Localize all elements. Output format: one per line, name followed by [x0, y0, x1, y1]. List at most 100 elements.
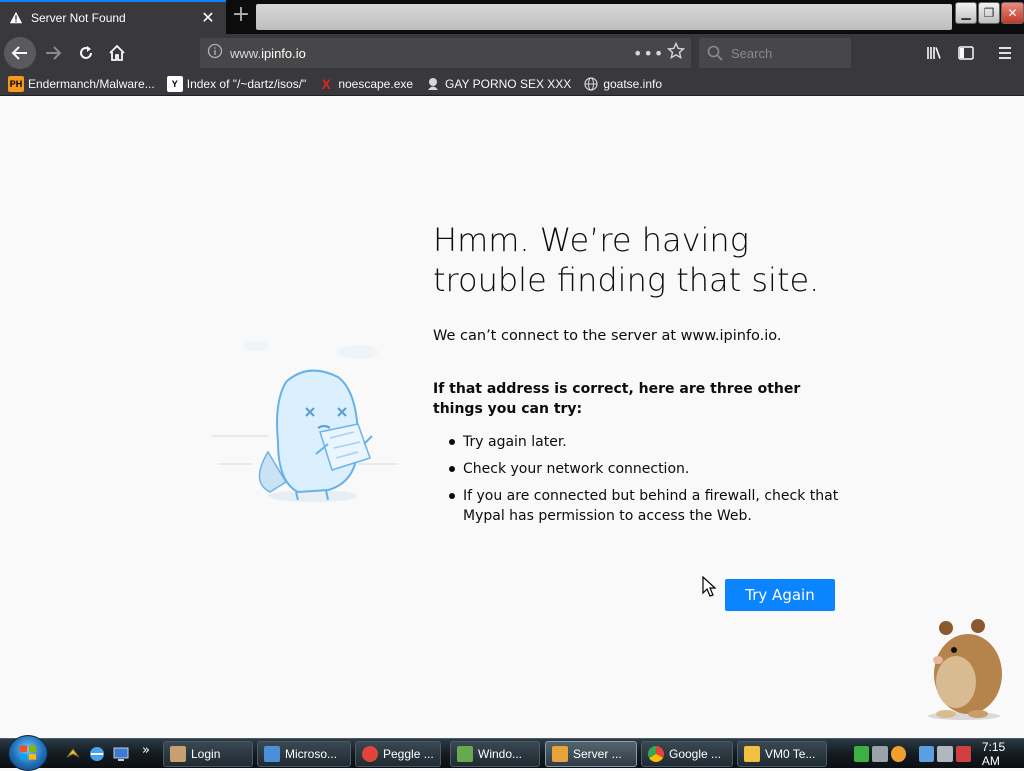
suggestions-heading: If that address is correct, here are thr… — [433, 381, 801, 417]
library-button[interactable] — [918, 37, 950, 69]
try-again-button[interactable]: Try Again — [725, 579, 835, 611]
globe-icon — [583, 76, 599, 92]
bookmark-endermanch[interactable]: PH Endermanch/Malware... — [8, 75, 155, 92]
url-prefix: www. — [230, 45, 262, 61]
bookmark-star-icon[interactable] — [661, 41, 691, 64]
network-icon[interactable] — [918, 746, 935, 762]
window-close-button[interactable]: ✕ — [1001, 2, 1024, 24]
bookmark-label: GAY PORNO SEX XXX — [445, 76, 572, 91]
error-description: We can’t connect to the server at www.ip… — [433, 328, 782, 344]
task-label: Login — [191, 747, 221, 761]
home-button[interactable] — [101, 37, 133, 69]
app-icon — [170, 746, 186, 762]
nav-bar: www.ipinfo.io ••• Search — [0, 34, 1024, 72]
suggestions-list: Try again later. Check your network conn… — [449, 432, 839, 533]
tray-flag-icon[interactable] — [955, 746, 971, 762]
hamburger-icon — [999, 47, 1011, 59]
sidebar-button[interactable] — [950, 37, 982, 69]
chrome-icon — [648, 746, 664, 762]
app-icon — [362, 746, 378, 762]
hamster-mascot-icon — [928, 619, 1002, 720]
menu-button[interactable] — [989, 37, 1021, 69]
url-bar[interactable]: www.ipinfo.io ••• — [200, 38, 691, 68]
home-icon — [109, 44, 125, 61]
tray-tools-icon[interactable] — [872, 746, 888, 762]
app-icon — [744, 746, 760, 762]
new-tab-button[interactable]: + — [228, 3, 254, 29]
bookmark-noescape[interactable]: X noescape.exe — [318, 76, 413, 92]
app-icon — [552, 746, 568, 762]
taskbar-item-microsoft[interactable]: Microso... — [257, 741, 351, 767]
windows-logo-icon — [20, 745, 36, 760]
mouse-cursor-icon — [702, 576, 717, 597]
task-label: Server ... — [573, 747, 622, 761]
task-label: Peggle ... — [383, 747, 434, 761]
tab-strip: Server Not Found ✕ + ▁ ❐ ✕ — [0, 0, 1024, 34]
tray-search-icon[interactable] — [890, 746, 906, 762]
bookmark-label: Endermanch/Malware... — [28, 76, 155, 91]
y-icon: Y — [166, 75, 183, 92]
warning-icon — [9, 11, 23, 24]
tab-title: Server Not Found — [31, 11, 126, 25]
search-placeholder: Search — [731, 45, 773, 61]
clock[interactable]: 7:15 AM — [982, 740, 1024, 768]
taskbar-item-vm0[interactable]: VM0 Te... — [737, 741, 827, 767]
reload-icon — [80, 46, 92, 59]
taskbar-item-server[interactable]: Server ... — [545, 741, 637, 767]
volume-muted-icon[interactable] — [937, 746, 953, 762]
task-label: VM0 Te... — [765, 747, 816, 761]
error-title: Hmm. We’re having trouble finding that s… — [433, 221, 820, 299]
taskbar-item-peggle[interactable]: Peggle ... — [355, 741, 441, 767]
bookmarks-toolbar: PH Endermanch/Malware... Y Index of "/~d… — [0, 72, 1024, 96]
app-icon — [457, 746, 473, 762]
tab-server-not-found[interactable]: Server Not Found ✕ — [0, 0, 226, 34]
quicklaunch-more-button[interactable]: » — [142, 743, 150, 758]
url-text[interactable]: www.ipinfo.io — [230, 46, 633, 61]
minimize-button[interactable]: ▁ — [955, 2, 977, 24]
sidebar-icon — [958, 46, 974, 60]
taskbar-item-windows[interactable]: Windo... — [450, 741, 540, 767]
url-host: ipinfo.io — [261, 45, 306, 61]
search-bar[interactable]: Search — [699, 38, 851, 68]
bookmark-label: goatse.info — [603, 76, 663, 91]
page-actions-button[interactable]: ••• — [633, 44, 663, 63]
x-icon: X — [321, 75, 331, 92]
bookmark-label: Index of "/~dartz/isos/" — [186, 76, 307, 91]
library-icon — [927, 47, 941, 59]
window-controls: ▁ ❐ ✕ — [955, 2, 1024, 24]
app-icon — [264, 746, 280, 762]
bookmark-goatse[interactable]: goatse.info — [583, 76, 662, 92]
error-page: Hmm. We’re having trouble finding that s… — [0, 96, 1024, 738]
info-icon[interactable] — [200, 43, 230, 63]
list-item: Try again later. — [449, 432, 839, 452]
pornhub-icon: PH — [8, 75, 24, 92]
forward-button[interactable] — [37, 37, 69, 69]
task-label: Microso... — [285, 747, 338, 761]
reload-button[interactable] — [70, 37, 102, 69]
start-button[interactable] — [8, 735, 48, 771]
arrow-right-icon — [46, 46, 62, 60]
taskbar-item-google[interactable]: Google ... — [641, 741, 733, 767]
boy-icon — [425, 76, 441, 92]
system-tray: 7:15 AM — [854, 739, 1024, 769]
list-item: Check your network connection. — [449, 459, 839, 479]
tab-close-icon[interactable]: ✕ — [196, 10, 220, 26]
list-item: If you are connected but behind a firewa… — [449, 486, 839, 526]
desktop-quicklaunch-icon[interactable] — [112, 745, 130, 763]
arrow-left-icon — [11, 46, 27, 60]
browser-quicklaunch-icon[interactable] — [88, 745, 106, 763]
taskbar-item-login[interactable]: Login — [163, 741, 253, 767]
bookmark-dartz-isos[interactable]: Y Index of "/~dartz/isos/" — [166, 75, 307, 92]
bookmark-xxx[interactable]: GAY PORNO SEX XXX — [425, 76, 571, 92]
confused-monster-illustration — [212, 341, 398, 502]
tab-strip-background — [256, 4, 952, 30]
bookmark-label: noescape.exe — [338, 76, 414, 91]
firefox-quicklaunch-icon[interactable] — [64, 745, 82, 763]
task-label: Windo... — [478, 747, 523, 761]
task-label: Google ... — [669, 747, 722, 761]
windows-taskbar: » Login Microso... Peggle ... Windo... S… — [0, 735, 1024, 771]
search-icon — [707, 45, 723, 61]
restore-button[interactable]: ❐ — [978, 2, 1000, 24]
tray-green-icon[interactable] — [854, 746, 870, 762]
back-button[interactable] — [4, 37, 36, 69]
